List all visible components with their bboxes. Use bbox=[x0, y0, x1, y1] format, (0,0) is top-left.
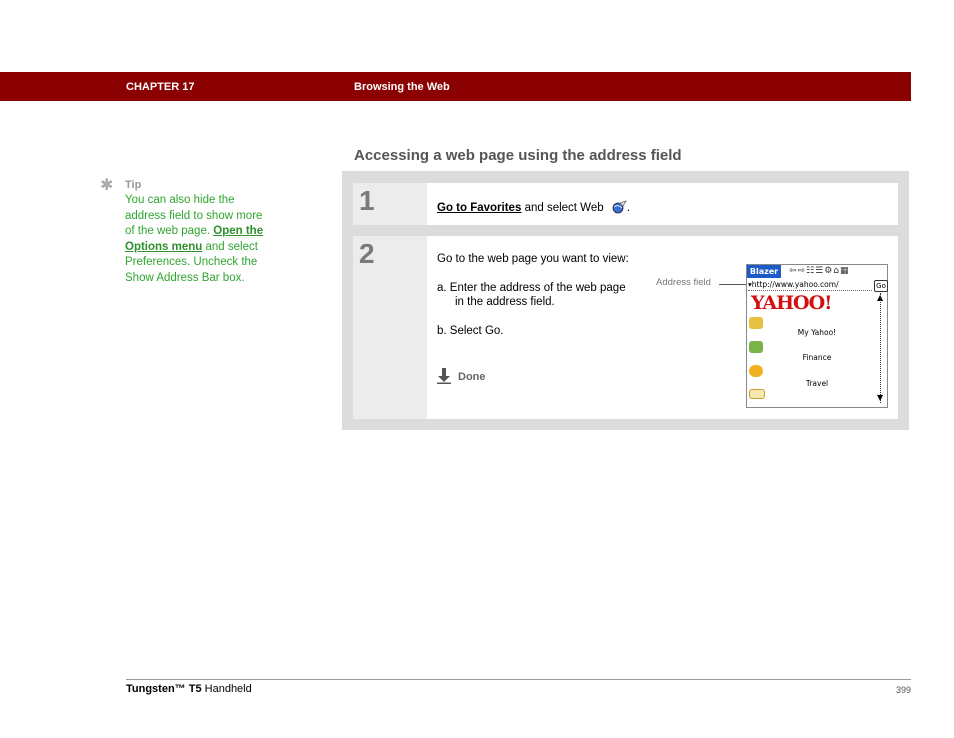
mail-icon bbox=[749, 389, 765, 399]
chapter-label: CHAPTER 17 bbox=[126, 81, 195, 93]
tip-label: Tip bbox=[125, 179, 142, 191]
go-button: Go bbox=[874, 280, 888, 292]
step-number: 2 bbox=[359, 238, 375, 269]
toolbar-icons: ⇦⇨☷☰⚙⌂▦ bbox=[789, 266, 850, 276]
finance-icon bbox=[749, 341, 763, 353]
section-heading: Accessing a web page using the address f… bbox=[354, 147, 682, 164]
finance-item: Finance bbox=[802, 353, 832, 362]
chapter-title: Browsing the Web bbox=[354, 81, 450, 93]
browser-name: Blazer bbox=[747, 265, 781, 278]
step-1-content: Go to Favorites and select Web . bbox=[427, 183, 898, 225]
my-yahoo-item: My Yahoo! bbox=[797, 328, 837, 337]
step-number: 1 bbox=[359, 185, 375, 216]
address-field: ▾http://www.yahoo.com/ bbox=[748, 280, 872, 291]
step-2-intro: Go to the web page you want to view: bbox=[437, 253, 629, 265]
step-1-instruction: and select Web bbox=[524, 202, 604, 214]
address-field-callout: Address field bbox=[656, 277, 711, 288]
browser-toolbar: Blazer ⇦⇨☷☰⚙⌂▦ bbox=[747, 265, 887, 279]
blazer-screenshot: Blazer ⇦⇨☷☰⚙⌂▦ ▾http://www.yahoo.com/ Go… bbox=[746, 264, 888, 408]
step-2-number-cell: 2 bbox=[353, 236, 427, 419]
tip-body: You can also hide the address field to s… bbox=[125, 193, 275, 287]
step-2-content: Go to the web page you want to view: a. … bbox=[427, 236, 898, 419]
callout-line bbox=[719, 284, 749, 285]
go-to-favorites-link[interactable]: Go to Favorites bbox=[437, 202, 521, 214]
chapter-header: CHAPTER 17 Browsing the Web bbox=[0, 72, 911, 101]
web-globe-icon bbox=[612, 200, 627, 214]
footer-product: Tungsten™ T5 Handheld bbox=[126, 683, 252, 695]
step-2-sub-b: b. Select Go. bbox=[437, 324, 504, 337]
step-2-text: Go to the web page you want to view: a. … bbox=[437, 252, 632, 352]
step-1-text: Go to Favorites and select Web . bbox=[437, 200, 630, 214]
product-name: Tungsten™ T5 bbox=[126, 683, 202, 695]
done-arrow-icon bbox=[437, 368, 451, 384]
step-1-number-cell: 1 bbox=[353, 183, 427, 225]
step-1-period: . bbox=[626, 202, 631, 214]
product-suffix: Handheld bbox=[204, 683, 252, 695]
scrollbar bbox=[880, 293, 883, 403]
my-yahoo-icon bbox=[749, 317, 763, 329]
asterisk-icon: ✱ bbox=[100, 177, 114, 194]
scroll-down-icon: ▼ bbox=[877, 393, 884, 402]
yahoo-logo: YAHOO! bbox=[751, 292, 832, 314]
travel-item: Travel bbox=[805, 379, 829, 388]
step-2-sub-a: a. Enter the address of the web page in … bbox=[437, 281, 626, 309]
page-number: 399 bbox=[895, 685, 911, 695]
steps-panel: 1 Go to Favorites and select Web . 2 Go … bbox=[342, 171, 909, 430]
footer-divider bbox=[126, 679, 911, 680]
travel-icon bbox=[749, 365, 763, 377]
done-label: Done bbox=[458, 371, 486, 383]
